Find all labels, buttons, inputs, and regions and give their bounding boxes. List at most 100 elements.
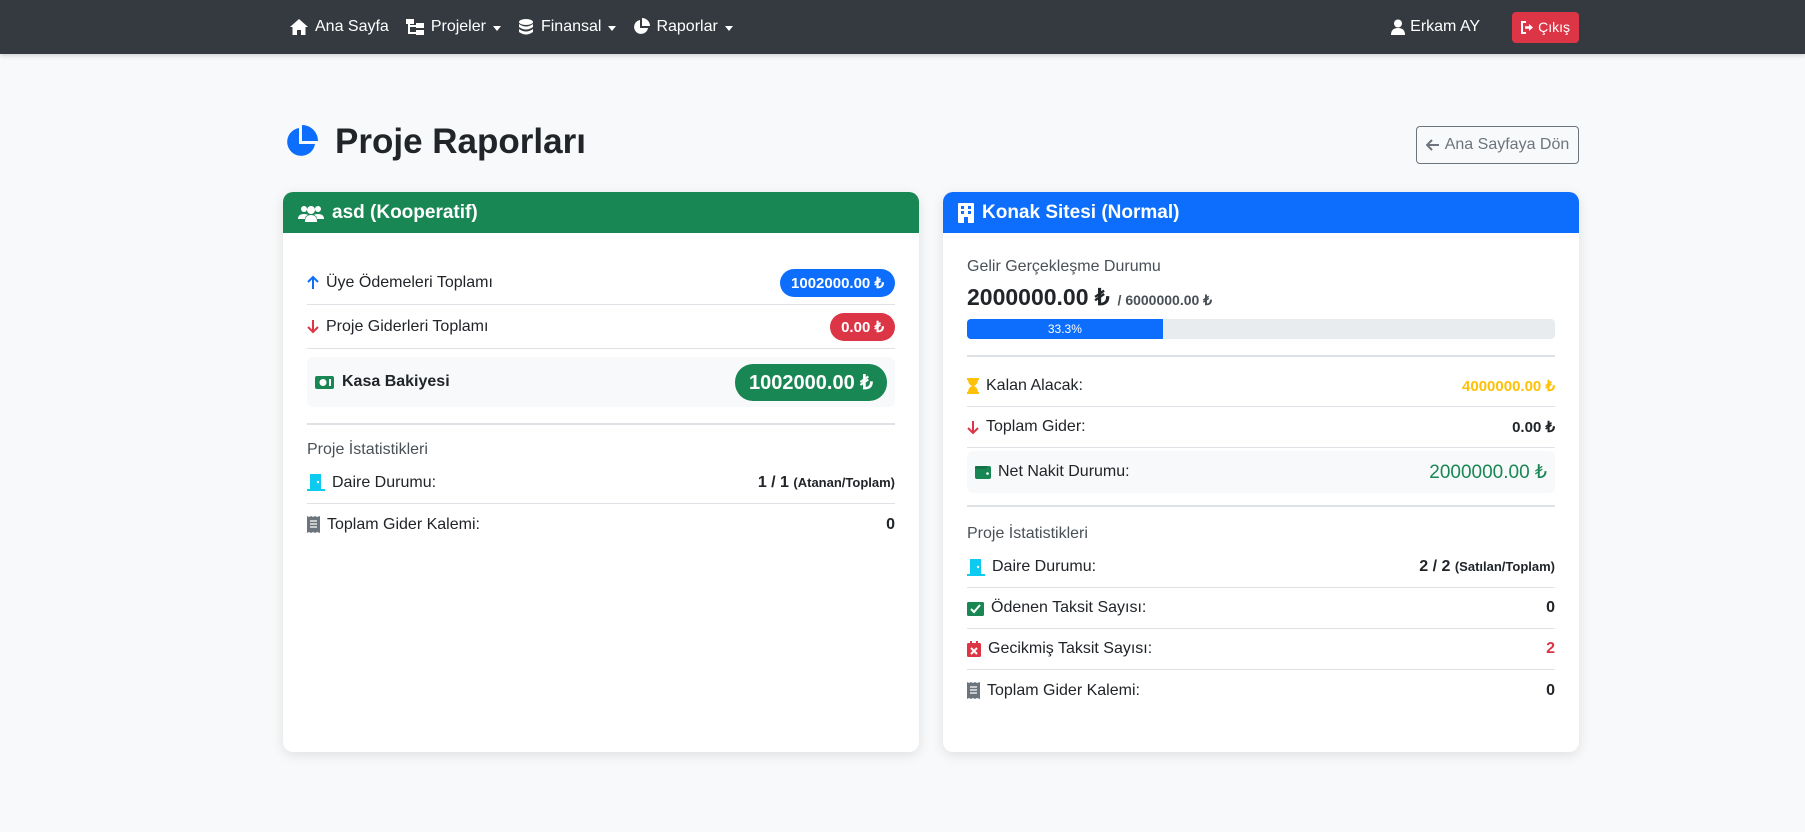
- card-title: asd (Kooperatif): [332, 201, 478, 223]
- project-expenses-row: Proje Giderleri Toplamı 0.00 ₺: [307, 305, 895, 349]
- caret-down-icon: [608, 25, 617, 31]
- building-icon: [958, 202, 974, 223]
- paid-installments-label: Ödenen Taksit Sayısı:: [991, 599, 1147, 616]
- net-cash-label-wrap: Net Nakit Durumu:: [975, 463, 1130, 481]
- unit-status-value: 2 / 2: [1419, 558, 1451, 575]
- expense-items-row: Toplam Gider Kalemi: 0: [967, 670, 1555, 711]
- card-body: Gelir Gerçekleşme Durumu 2000000.00 ₺ / …: [943, 233, 1579, 711]
- overdue-installments-label-wrap: Gecikmiş Taksit Sayısı:: [967, 640, 1152, 658]
- unit-status-value-wrap: 2 / 2 (Satılan/Toplam): [1419, 558, 1555, 576]
- receipt-icon: [307, 516, 320, 533]
- unit-status-value-wrap: 1 / 1 (Atanan/Toplam): [758, 474, 895, 492]
- paid-installments-value: 0: [1546, 599, 1555, 616]
- paid-installments-row: Ödenen Taksit Sayısı: 0: [967, 588, 1555, 629]
- member-payments-badge: 1002000.00 ₺: [780, 268, 895, 297]
- caret-down-icon: [492, 25, 501, 31]
- member-payments-label-wrap: Üye Ödemeleri Toplamı: [307, 274, 493, 292]
- nav-reports-dropdown[interactable]: Raporlar: [632, 18, 733, 36]
- top-navbar: Ana Sayfa Projeler Finansal Raporlar Erk…: [0, 0, 1805, 54]
- unit-status-suffix: (Satılan/Toplam): [1454, 559, 1555, 574]
- project-expenses-badge: 0.00 ₺: [830, 312, 895, 341]
- coins-icon: [518, 19, 533, 35]
- nav-right: Erkam AY Çıkış: [1391, 0, 1579, 54]
- nav-home-label: Ana Sayfa: [315, 18, 389, 35]
- logout-label: Çıkış: [1538, 19, 1570, 35]
- remaining-label-wrap: Kalan Alacak:: [967, 377, 1083, 395]
- expense-items-row: Toplam Gider Kalemi: 0: [307, 504, 895, 545]
- hourglass-icon: [967, 378, 979, 394]
- cash-balance-box: Kasa Bakiyesi 1002000.00 ₺: [307, 357, 895, 407]
- arrow-left-icon: [1425, 139, 1439, 151]
- calendar-check-icon: [967, 602, 984, 616]
- expense-items-value: 0: [1546, 681, 1555, 699]
- income-progress-fill: 33.3%: [967, 319, 1163, 339]
- card-header: asd (Kooperatif): [283, 192, 919, 233]
- page-header: Proje Raporları: [283, 122, 586, 162]
- pie-chart-icon: [287, 125, 318, 156]
- member-payments-label: Üye Ödemeleri Toplamı: [326, 273, 493, 291]
- overdue-installments-label: Gecikmiş Taksit Sayısı:: [988, 640, 1153, 657]
- nav-user-name: Erkam AY: [1410, 18, 1481, 35]
- member-payments-row: Üye Ödemeleri Toplamı 1002000.00 ₺: [307, 261, 895, 305]
- income-realized-value: 2000000.00 ₺: [967, 284, 1110, 310]
- card-body: Üye Ödemeleri Toplamı 1002000.00 ₺ Proje…: [283, 233, 919, 545]
- expense-items-label-wrap: Toplam Gider Kalemi:: [967, 682, 1140, 700]
- divider: [967, 355, 1555, 357]
- overdue-installments-value: 2: [1546, 640, 1555, 657]
- users-icon: [298, 205, 324, 222]
- caret-down-icon: [724, 25, 733, 31]
- expense-items-label: Toplam Gider Kalemi:: [987, 681, 1140, 699]
- income-amount-line: 2000000.00 ₺ / 6000000.00 ₺: [967, 284, 1555, 311]
- pie-chart-icon: [634, 18, 651, 34]
- back-home-button[interactable]: Ana Sayfaya Dön: [1416, 126, 1579, 164]
- cash-balance-badge: 1002000.00 ₺: [735, 363, 887, 401]
- total-expense-label: Toplam Gider:: [986, 418, 1086, 435]
- unit-status-label: Daire Durumu:: [332, 473, 437, 491]
- total-expense-value: 0.00 ₺: [1512, 419, 1555, 436]
- income-status-label: Gelir Gerçekleşme Durumu: [967, 258, 1161, 275]
- door-icon: [307, 474, 325, 491]
- unit-status-label-wrap: Daire Durumu:: [307, 474, 436, 492]
- back-home-label: Ana Sayfaya Dön: [1444, 136, 1570, 153]
- expense-items-label-wrap: Toplam Gider Kalemi:: [307, 516, 480, 534]
- unit-status-row: Daire Durumu: 1 / 1 (Atanan/Toplam): [307, 462, 895, 504]
- arrow-down-icon: [967, 420, 979, 434]
- calendar-x-icon: [967, 641, 981, 657]
- nav-projects-dropdown[interactable]: Projeler: [405, 18, 501, 36]
- card-header: Konak Sitesi (Normal): [943, 192, 1579, 233]
- divider: [967, 505, 1555, 507]
- nav-user[interactable]: Erkam AY: [1391, 18, 1480, 36]
- divider: [307, 423, 895, 425]
- cash-balance-label: Kasa Bakiyesi: [342, 373, 450, 390]
- income-progress-bar: 33.3%: [967, 319, 1555, 339]
- overdue-installments-row: Gecikmiş Taksit Sayısı: 2: [967, 629, 1555, 670]
- project-expenses-label: Proje Giderleri Toplamı: [326, 317, 489, 335]
- page-title: Proje Raporları: [335, 122, 586, 161]
- unit-status-label-wrap: Daire Durumu:: [967, 558, 1096, 576]
- nav-projects-label: Projeler: [430, 18, 486, 35]
- nav-reports-label: Raporlar: [656, 18, 718, 35]
- net-cash-label: Net Nakit Durumu:: [998, 463, 1130, 480]
- expense-items-label: Toplam Gider Kalemi:: [327, 515, 480, 533]
- unit-status-row: Daire Durumu: 2 / 2 (Satılan/Toplam): [967, 547, 1555, 588]
- total-expense-label-wrap: Toplam Gider:: [967, 418, 1086, 436]
- total-expense-row: Toplam Gider: 0.00 ₺: [967, 407, 1555, 448]
- expense-items-value: 0: [886, 515, 895, 533]
- unit-status-suffix: (Atanan/Toplam): [793, 474, 895, 490]
- logout-button[interactable]: Çıkış: [1512, 11, 1579, 43]
- door-icon: [967, 558, 985, 576]
- nav-finance-dropdown[interactable]: Finansal: [517, 18, 617, 36]
- project-expenses-label-wrap: Proje Giderleri Toplamı: [307, 318, 488, 336]
- project-card-kooperatif: asd (Kooperatif) Üye Ödemeleri Toplamı 1…: [283, 192, 919, 752]
- remaining-value: 4000000.00 ₺: [1462, 378, 1555, 395]
- sitemap-icon: [405, 19, 424, 35]
- card-title: Konak Sitesi (Normal): [982, 201, 1180, 223]
- net-cash-value: 2000000.00 ₺: [1429, 461, 1547, 483]
- remaining-receivable-row: Kalan Alacak: 4000000.00 ₺: [967, 366, 1555, 407]
- stats-title: Proje İstatistikleri: [307, 441, 428, 458]
- nav-home[interactable]: Ana Sayfa: [289, 18, 389, 36]
- stats-title: Proje İstatistikleri: [967, 525, 1088, 542]
- nav-left: Ana Sayfa Projeler Finansal Raporlar: [289, 0, 749, 54]
- net-cash-box: Net Nakit Durumu: 2000000.00 ₺: [967, 451, 1555, 493]
- home-icon: [290, 19, 308, 35]
